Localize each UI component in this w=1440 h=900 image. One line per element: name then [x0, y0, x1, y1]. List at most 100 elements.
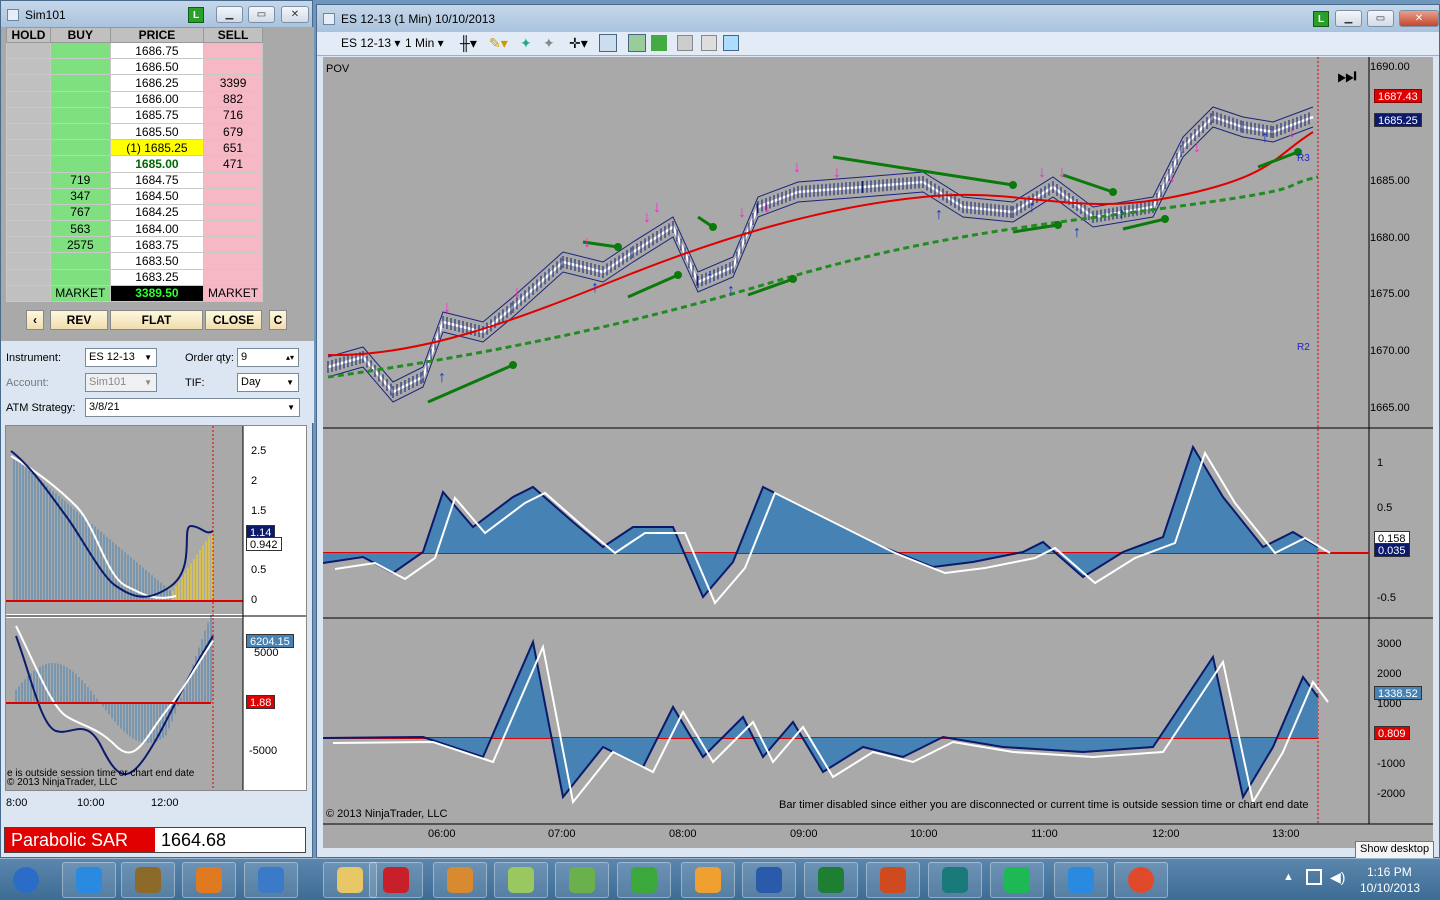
bar-type-icon[interactable]: ╫▾: [460, 35, 477, 52]
svg-text:↑: ↑: [935, 206, 943, 223]
sell-cell[interactable]: [203, 220, 263, 238]
buy-cell[interactable]: [49, 74, 111, 92]
sell-cell[interactable]: [203, 58, 263, 76]
internet-explorer-2-icon[interactable]: [1054, 862, 1108, 898]
buy-cell[interactable]: [49, 90, 111, 108]
maximize-button[interactable]: ▭: [1367, 10, 1394, 27]
data-box-icon[interactable]: [701, 35, 717, 51]
word-icon[interactable]: [742, 862, 796, 898]
publisher-icon[interactable]: [928, 862, 982, 898]
sell-cell[interactable]: [203, 41, 263, 60]
buy-cell[interactable]: [49, 106, 111, 124]
excel-glyph: [818, 867, 844, 893]
sell-cell[interactable]: 651: [203, 139, 263, 157]
close-window-button[interactable]: ✕: [281, 6, 309, 23]
dom-title: Sim101: [25, 7, 66, 22]
mini2-value-tag: 1.88: [246, 695, 276, 709]
instrument-dropdown[interactable]: ES 12-13 ▾: [341, 36, 400, 50]
buy-cell[interactable]: [49, 155, 111, 173]
buy-cell[interactable]: 347: [49, 187, 111, 205]
interval-dropdown[interactable]: 1 Min ▾: [405, 36, 444, 50]
tray-arrow-icon[interactable]: ▲: [1283, 871, 1294, 883]
sell-cell[interactable]: [203, 252, 263, 270]
buy-cell[interactable]: [49, 122, 111, 141]
left-arrow-button[interactable]: ‹: [26, 310, 44, 330]
internet-explorer-icon[interactable]: [62, 862, 116, 898]
sell-cell[interactable]: [203, 268, 263, 286]
excel-icon[interactable]: [804, 862, 858, 898]
buy-cell[interactable]: 767: [49, 203, 111, 222]
sell-cell[interactable]: [203, 236, 263, 254]
buy-cell[interactable]: [49, 139, 111, 157]
instrument-select[interactable]: ES 12-13 ▼: [85, 348, 157, 367]
svg-text:↓: ↓: [763, 199, 771, 216]
zoom-icon[interactable]: [599, 34, 617, 52]
properties-icon[interactable]: [628, 34, 646, 52]
clock-date[interactable]: 10/10/2013: [1360, 881, 1420, 895]
clock-time[interactable]: 1:16 PM: [1367, 865, 1412, 879]
sell-cell[interactable]: 471: [203, 155, 263, 173]
powerpoint-icon[interactable]: [866, 862, 920, 898]
ladder-row: 1686.75: [6, 41, 263, 60]
spinner-icon[interactable]: ▴▾: [286, 349, 294, 366]
hold-cell: [6, 41, 51, 60]
tif-select[interactable]: Day ▼: [237, 373, 299, 392]
minimize-button[interactable]: ▁: [216, 6, 243, 23]
minimize-button[interactable]: ▁: [1335, 10, 1362, 27]
maximize-button[interactable]: ▭: [248, 6, 275, 23]
chrome-icon[interactable]: [1114, 862, 1168, 898]
app-lion-icon[interactable]: [121, 862, 175, 898]
skip-to-end-icon[interactable]: ⏭: [1337, 63, 1357, 89]
buy-cell[interactable]: [49, 58, 111, 76]
chart-style-icon[interactable]: [677, 35, 693, 51]
buy-cell[interactable]: [49, 268, 111, 286]
compass-icon[interactable]: [433, 862, 487, 898]
order-qty-stepper[interactable]: 9 ▴▾: [237, 348, 299, 367]
close-position-button[interactable]: CLOSE: [205, 310, 262, 330]
sell-cell[interactable]: 679: [203, 122, 263, 141]
atm-strategy-select[interactable]: 3/8/21 ▼: [85, 398, 300, 417]
dna-icon[interactable]: [555, 862, 609, 898]
windows-start-icon[interactable]: [0, 862, 52, 898]
notes-icon[interactable]: [494, 862, 548, 898]
dna-glyph: [569, 867, 595, 893]
sell-cell[interactable]: 882: [203, 90, 263, 108]
buy-cell[interactable]: 719: [49, 171, 111, 189]
chart-title-bar[interactable]: ES 12-13 (1 Min) 10/10/2013: [317, 5, 1439, 32]
flat-button[interactable]: FLAT: [110, 310, 203, 330]
pencil-icon[interactable]: ✎▾: [489, 35, 508, 52]
sell-cell[interactable]: 716: [203, 106, 263, 124]
sell-cell[interactable]: [203, 187, 263, 205]
network-icon[interactable]: [1306, 869, 1322, 885]
layout-icon[interactable]: [723, 35, 739, 51]
ninjatrader-icon[interactable]: [369, 862, 423, 898]
help-icon-icon[interactable]: [244, 862, 298, 898]
mini1-tick: 2.5: [251, 445, 267, 457]
trade-icon[interactable]: ✦: [520, 35, 532, 52]
outlook-icon[interactable]: [681, 862, 735, 898]
buy-cell[interactable]: [49, 41, 111, 60]
green-app-icon[interactable]: [617, 862, 671, 898]
link-badge[interactable]: L: [188, 7, 204, 23]
rev-button[interactable]: REV: [50, 310, 108, 330]
strategy-icon[interactable]: ✦: [543, 35, 555, 52]
spotify-icon[interactable]: [990, 862, 1044, 898]
sell-cell[interactable]: [203, 171, 263, 189]
indicators-icon[interactable]: [651, 35, 667, 51]
crosshair-icon[interactable]: ✛▾: [569, 35, 588, 52]
buy-cell[interactable]: [49, 252, 111, 270]
market-buy-button[interactable]: MARKET: [49, 284, 111, 303]
volume-icon[interactable]: ◀): [1330, 869, 1345, 886]
buy-cell[interactable]: 563: [49, 220, 111, 238]
pivot-r3-label: R3: [1297, 153, 1310, 164]
osc2-tick: -2000: [1377, 788, 1406, 800]
market-sell-button[interactable]: MARKET: [203, 284, 263, 303]
media-player-icon[interactable]: [182, 862, 236, 898]
sell-cell[interactable]: [203, 203, 263, 222]
link-badge[interactable]: L: [1313, 11, 1329, 27]
buy-cell[interactable]: 2575: [49, 236, 111, 254]
c-button[interactable]: C: [269, 310, 287, 330]
close-window-button[interactable]: ✕: [1399, 10, 1439, 27]
sell-cell[interactable]: 3399: [203, 74, 263, 92]
price-tick: 1670.00: [1370, 345, 1410, 357]
